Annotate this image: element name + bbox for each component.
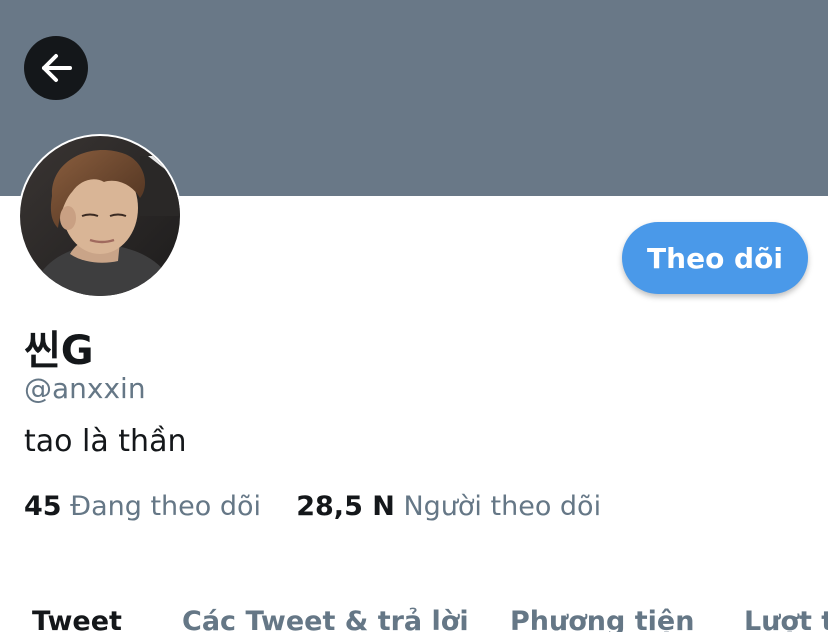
follow-button[interactable]: Theo dõi	[622, 222, 808, 294]
tab-tweets[interactable]: Tweet	[32, 606, 122, 632]
followers-label: Người theo dõi	[403, 491, 602, 522]
profile-tabs: Tweet Các Tweet & trả lời Phương tiện Lư…	[0, 606, 828, 632]
handle: @anxxin	[24, 372, 146, 405]
profile-stats: 45 Đang theo dõi 28,5 N Người theo dõi	[24, 491, 601, 522]
profile-page: Theo dõi 씬G @anxxin tao là thần 45 Đang …	[0, 0, 828, 632]
followers-stat[interactable]: 28,5 N Người theo dõi	[296, 491, 601, 522]
bio: tao là thần	[24, 424, 187, 459]
avatar[interactable]	[18, 134, 182, 298]
tab-media[interactable]: Phương tiện	[510, 606, 694, 632]
back-button[interactable]	[24, 36, 88, 100]
arrow-left-icon	[42, 54, 72, 82]
following-stat[interactable]: 45 Đang theo dõi	[24, 491, 261, 522]
following-label: Đang theo dõi	[70, 491, 262, 522]
tab-tweets-and-replies[interactable]: Các Tweet & trả lời	[182, 606, 469, 632]
following-count: 45	[24, 491, 62, 522]
followers-count: 28,5 N	[296, 491, 395, 522]
tab-likes[interactable]: Lượt thích	[744, 606, 828, 632]
display-name: 씬G	[24, 328, 94, 374]
profile-photo	[20, 136, 180, 296]
